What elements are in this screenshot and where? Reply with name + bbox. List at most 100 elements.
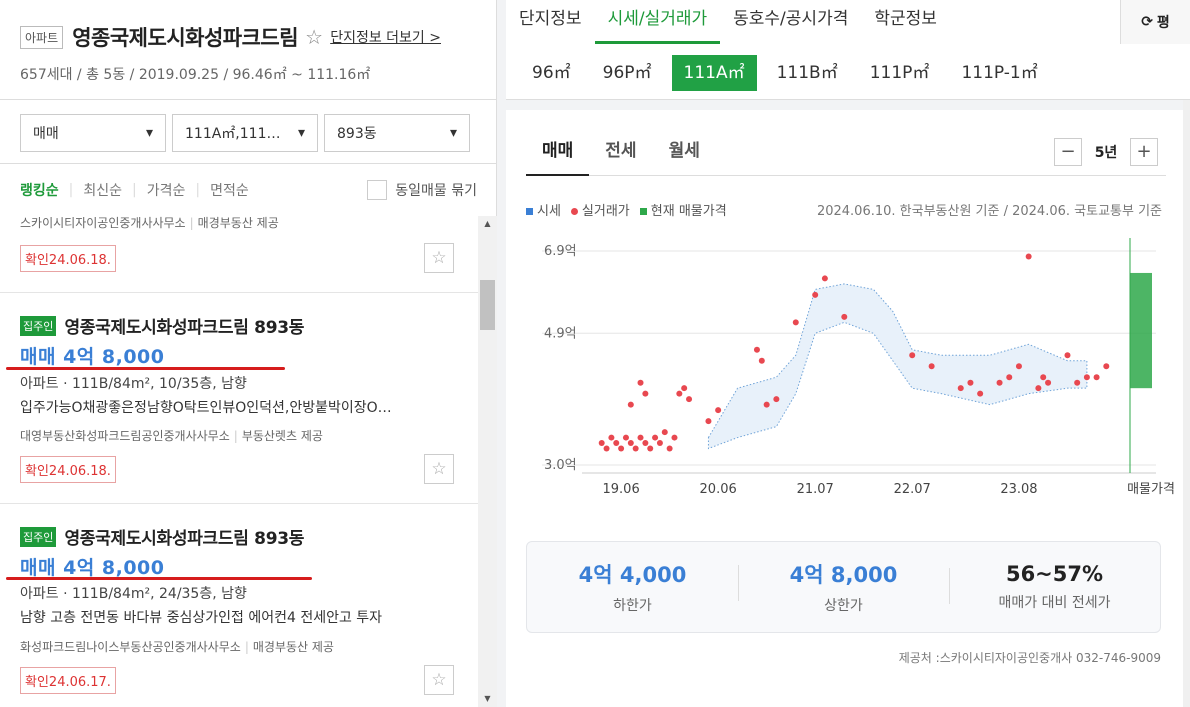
complex-info-more-link[interactable]: 단지정보 더보기 > [330, 27, 441, 47]
actual-trade-point [763, 401, 770, 408]
x-tick-label: 매물가격 [1127, 482, 1175, 497]
actual-trade-point [686, 396, 693, 403]
y-tick-label: 4.9억 [544, 326, 577, 341]
listing-description: 입주가능O채광좋은정남향O탁트인뷰O인덕션,안방붙박이장O… [20, 400, 392, 416]
market-price-band [707, 283, 1088, 450]
period-plus-button[interactable]: + [1130, 138, 1158, 166]
actual-trade-point [647, 445, 654, 452]
actual-trade-point [608, 434, 615, 441]
listing-item[interactable]: 스카이시티자이공인중개사사무소 | 매경부동산 제공 확인24.06.18. ☆ [0, 216, 478, 293]
sort-price[interactable]: 가격순 [147, 180, 186, 200]
trade-type-select[interactable]: 매매 ▾ [20, 114, 166, 152]
period-minus-button[interactable]: − [1054, 138, 1082, 166]
tab-school[interactable]: 학군정보 [861, 0, 950, 44]
provider-name: 부동산렛츠 제공 [241, 429, 323, 443]
actual-trade-point [1015, 363, 1022, 370]
tab-monthly[interactable]: 월세 [653, 128, 716, 176]
price-panel: 매매 전세 월세 − 5년 + 시세 실거래가 현재 매물가격 2024.06.… [506, 110, 1190, 707]
legend-actual: 실거래가 [570, 200, 630, 219]
summary-ratio-value: 56~57% [1005, 562, 1104, 586]
actual-trade-point [613, 440, 620, 447]
price-chart[interactable]: 6.9억 4.9억 3.0억 19.06 20.06 21.07 22.07 23.08 매물가… [506, 228, 1190, 498]
sort-bar: 랭킹순 | 최신순 | 가격순 | 면적순 동일매물 묶기 [0, 164, 497, 216]
size-option[interactable]: 111P㎡ [858, 55, 942, 91]
sort-ranking[interactable]: 랭킹순 [20, 180, 59, 200]
actual-trade-point [758, 357, 765, 364]
size-option[interactable]: 111P-1㎡ [949, 55, 1049, 91]
provider-name: 매경부동산 제공 [252, 640, 334, 654]
scroll-thumb[interactable] [480, 280, 495, 330]
pyeong-toggle-button[interactable]: ⟳ 평 [1120, 0, 1190, 44]
scroll-up-arrow-icon[interactable]: ▲ [478, 216, 497, 232]
bundle-checkbox[interactable] [367, 180, 388, 200]
complex-header: 아파트 영종국제도시화성파크드림 ☆ 단지정보 더보기 > 657세대 / 총 … [0, 0, 497, 100]
tab-complex-info[interactable]: 단지정보 [506, 0, 595, 44]
star-icon[interactable]: ☆ [424, 454, 454, 484]
tab-jeonse[interactable]: 전세 [589, 128, 652, 176]
tab-sale[interactable]: 매매 [526, 128, 590, 176]
listing-item[interactable]: 집주인 영종국제도시화성파크드림 893동 매매 4억 8,000 아파트 · … [0, 504, 478, 707]
detail-header: 단지정보 시세/실거래가 동호수/공시가격 학군정보 ⟳ 평 96㎡ 96P㎡ … [506, 0, 1190, 100]
favorite-star-icon[interactable]: ☆ [305, 25, 323, 49]
actual-trade-point [637, 434, 644, 441]
actual-trade-point [1083, 374, 1090, 381]
size-option[interactable]: 96P㎡ [591, 55, 664, 91]
actual-trade-point [841, 313, 848, 320]
actual-trade-point [753, 346, 760, 353]
confirm-date-badge: 확인24.06.17. [20, 667, 116, 694]
chart-basis-note: 2024.06.10. 한국부동산원 기준 / 2024.06. 국토교통부 기… [816, 204, 1162, 219]
confirm-date-badge: 확인24.06.18. [20, 245, 116, 272]
summary-ratio: 56~57% 매매가 대비 전세가 [949, 562, 1160, 612]
actual-trade-point [618, 445, 625, 452]
dong-select[interactable]: 893동 ▾ [324, 114, 470, 152]
listing-title[interactable]: 영종국제도시화성파크드림 893동 [64, 313, 304, 338]
size-selector: 96㎡ 96P㎡ 111A㎡ 111B㎡ 111P㎡ 111P-1㎡ [520, 55, 1058, 91]
property-type-badge: 아파트 [20, 25, 64, 49]
actual-trade-point [656, 440, 663, 447]
size-option[interactable]: 96㎡ [520, 55, 583, 91]
star-icon[interactable]: ☆ [424, 665, 454, 695]
pyeong-label: 평 [1156, 15, 1170, 31]
refresh-icon: ⟳ [1141, 14, 1153, 30]
detail-tabs: 단지정보 시세/실거래가 동호수/공시가격 학군정보 [506, 0, 950, 44]
listing-scrollbar[interactable]: ▲ ▼ [478, 216, 497, 707]
actual-trade-point [1035, 385, 1042, 392]
star-icon[interactable]: ☆ [424, 243, 454, 273]
listing-header: 집주인 영종국제도시화성파크드림 893동 [20, 524, 304, 549]
actual-trade-point [773, 396, 780, 403]
realtor-name: 스카이시티자이공인중개사사무소 [20, 216, 186, 230]
listing-spec: 아파트 · 111B/84m², 10/35층, 남향 [20, 376, 247, 392]
price-summary: 4억 4,000 하한가 4억 8,000 상한가 56~57% 매매가 대비 … [526, 541, 1161, 633]
listing-spec: 아파트 · 111B/84m², 24/35층, 남향 [20, 586, 247, 602]
scroll-down-arrow-icon[interactable]: ▼ [478, 691, 497, 707]
actual-trade-point [1103, 363, 1110, 370]
bundle-same-listings[interactable]: 동일매물 묶기 [367, 180, 477, 200]
annotation-underline [6, 577, 312, 580]
actual-trade-point [632, 445, 639, 452]
actual-trade-point [676, 390, 683, 397]
dong-value: 893동 [337, 126, 377, 142]
provider-name: 매경부동산 제공 [197, 216, 279, 230]
legend-market: 시세 [526, 200, 561, 219]
sort-latest[interactable]: 최신순 [83, 180, 122, 200]
actual-trade-point [1025, 253, 1032, 260]
tab-price[interactable]: 시세/실거래가 [594, 0, 721, 44]
app-root: 아파트 영종국제도시화성파크드림 ☆ 단지정보 더보기 > 657세대 / 총 … [0, 0, 1190, 707]
chevron-down-icon: ▾ [449, 125, 457, 141]
actual-trade-point [1064, 352, 1071, 359]
area-select[interactable]: 111A㎡,111… ▾ [172, 114, 318, 152]
listing-item[interactable]: 집주인 영종국제도시화성파크드림 893동 매매 4억 8,000 아파트 · … [0, 293, 478, 504]
actual-trade-point [637, 379, 644, 386]
sort-area[interactable]: 면적순 [210, 180, 249, 200]
x-tick-label: 19.06 [603, 482, 640, 497]
right-scrollbar[interactable] [1183, 100, 1190, 707]
size-option[interactable]: 111B㎡ [765, 55, 850, 91]
size-option-selected[interactable]: 111A㎡ [671, 55, 757, 91]
listing-description: 남향 고층 전면동 바다뷰 중심상가인접 에어컨4 전세안고 투자 [20, 610, 383, 626]
listing-title[interactable]: 영종국제도시화성파크드림 893동 [64, 524, 304, 549]
tab-unit-price[interactable]: 동호수/공시가격 [720, 0, 861, 44]
realtor-name: 화성파크드림나이스부동산공인중개사사무소 [20, 640, 241, 654]
chevron-down-icon: ▾ [297, 125, 305, 141]
y-tick-label: 3.0억 [544, 458, 577, 473]
realtor-line: 스카이시티자이공인중개사사무소 | 매경부동산 제공 [20, 216, 279, 230]
